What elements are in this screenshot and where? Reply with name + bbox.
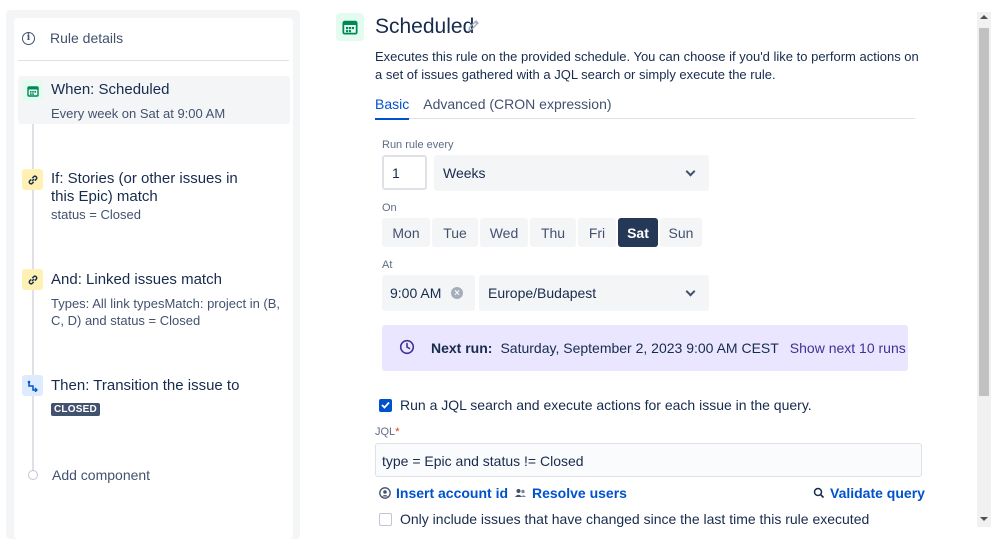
tab-advanced[interactable]: Advanced (CRON expression) (423, 96, 611, 118)
jql-label: JQL (375, 426, 396, 438)
next-run-banner: Next run: Saturday, September 2, 2023 9:… (382, 325, 908, 371)
add-circle-icon (28, 470, 38, 480)
changed-only-checkbox-row[interactable]: Only include issues that have changed si… (379, 511, 869, 527)
transition-icon (22, 375, 43, 396)
component-title: Then: Transition the issue to (51, 377, 240, 394)
scrollbar-thumb[interactable] (979, 28, 989, 396)
link-icon (22, 269, 43, 290)
on-label: On (382, 202, 397, 214)
next-run-label: Next run: (431, 340, 493, 356)
calendar-icon (22, 80, 43, 101)
scroll-up-arrow-icon[interactable] (980, 15, 988, 19)
changed-only-checkbox-label: Only include issues that have changed si… (400, 511, 870, 527)
validate-query-label: Validate query (830, 485, 925, 501)
day-mon[interactable]: Mon (382, 218, 430, 247)
clear-icon[interactable]: × (451, 287, 463, 299)
divider (18, 60, 289, 61)
insert-account-id-label: Insert account id (396, 485, 509, 501)
at-label: At (382, 259, 393, 271)
component-title: And: Linked issues match (51, 271, 222, 288)
next-run-value: Saturday, September 2, 2023 9:00 AM CEST (500, 340, 779, 356)
interval-unit-value: Weeks (443, 165, 486, 181)
interval-input[interactable]: 1 (382, 155, 427, 190)
chevron-down-icon (685, 166, 696, 176)
resolve-users-label: Resolve users (532, 485, 627, 501)
day-wed[interactable]: Wed (480, 218, 528, 247)
tab-basic[interactable]: Basic (375, 96, 410, 120)
component-title: When: Scheduled (51, 81, 170, 98)
required-mark: * (395, 426, 400, 438)
day-thu[interactable]: Thu (530, 218, 576, 247)
run-every-label: Run rule every (382, 139, 454, 151)
description: Executes this rule on the provided sched… (375, 49, 919, 82)
jql-label-row: JQL* (375, 426, 399, 438)
jql-search-checkbox-row[interactable]: Run a JQL search and execute actions for… (379, 397, 812, 413)
component-subtitle: Every week on Sat at 9:00 AM (51, 106, 226, 121)
timezone-value: Europe/Budapest (488, 285, 597, 301)
day-tue[interactable]: Tue (432, 218, 478, 247)
schedule-tabs: Basic Advanced (CRON expression) (375, 96, 915, 120)
component-subtitle: status = Closed (51, 207, 141, 222)
insert-account-id-button[interactable]: Insert account id (379, 485, 508, 501)
rule-details-link[interactable]: i Rule details (22, 28, 123, 48)
add-component-label: Add component (52, 467, 151, 483)
add-component-button[interactable]: Add component (28, 467, 150, 483)
jql-input[interactable]: type = Epic and status != Closed (375, 443, 922, 477)
search-icon (813, 487, 825, 499)
time-picker[interactable]: 9:00 AM × (382, 275, 475, 311)
component-condition-stories[interactable]: If: Stories (or other issues in this Epi… (18, 166, 290, 224)
component-action-transition[interactable]: Then: Transition the issue to CLOSED (18, 372, 290, 422)
jql-search-checkbox-label: Run a JQL search and execute actions for… (400, 397, 812, 413)
time-value: 9:00 AM (390, 285, 442, 301)
clock-icon (399, 339, 415, 358)
component-condition-linked[interactable]: And: Linked issues match Types: All link… (18, 266, 290, 330)
show-next-runs-link[interactable]: Show next 10 runs (790, 340, 906, 356)
component-trigger-scheduled[interactable]: When: Scheduled Every week on Sat at 9:0… (18, 76, 290, 124)
link-icon (22, 169, 43, 190)
rule-details-label: Rule details (50, 30, 124, 46)
resolve-users-button[interactable]: Resolve users (514, 485, 627, 501)
jql-search-checkbox[interactable] (379, 398, 392, 412)
calendar-icon (336, 13, 364, 41)
chevron-down-icon (685, 286, 696, 296)
page-title: Scheduled (375, 15, 475, 38)
day-fri[interactable]: Fri (578, 218, 616, 247)
status-lozenge: CLOSED (51, 403, 100, 416)
info-icon: i (22, 31, 35, 45)
interval-unit-select[interactable]: Weeks (434, 155, 709, 191)
user-circle-icon (379, 487, 391, 499)
component-title: If: Stories (or other issues in this Epi… (51, 170, 238, 205)
pencil-icon[interactable] (466, 18, 481, 36)
timezone-select[interactable]: Europe/Budapest (479, 275, 709, 311)
scroll-down-arrow-icon[interactable] (980, 517, 988, 521)
day-picker: Mon Tue Wed Thu Fri Sat Sun (382, 218, 702, 247)
changed-only-checkbox[interactable] (379, 512, 392, 526)
component-subtitle: Types: All link typesMatch: project in (… (51, 296, 281, 328)
validate-query-button[interactable]: Validate query (813, 485, 925, 501)
users-icon (515, 489, 526, 497)
day-sat[interactable]: Sat (618, 218, 658, 247)
day-sun[interactable]: Sun (660, 218, 702, 247)
